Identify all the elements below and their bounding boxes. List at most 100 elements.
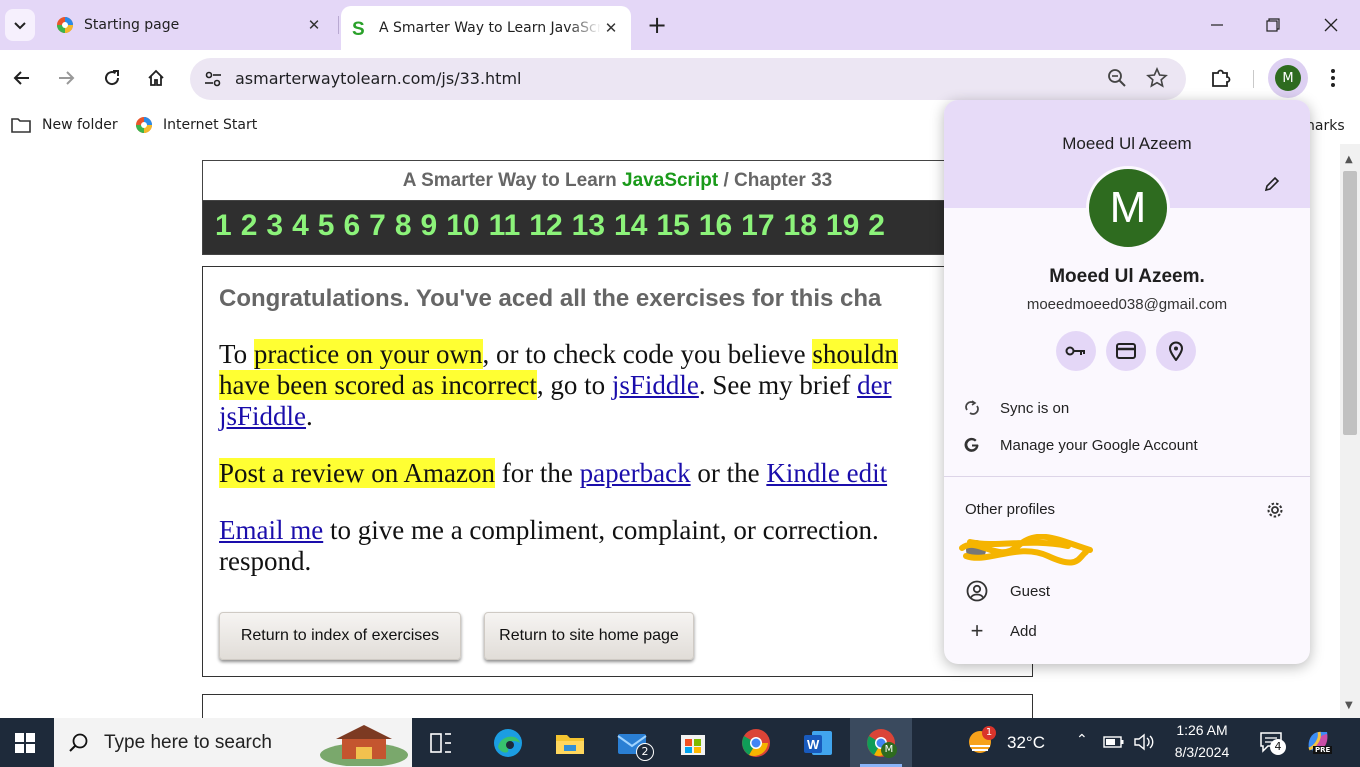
all-bookmarks-label[interactable]: narks (1306, 118, 1345, 134)
show-hidden-icons-chevron-icon[interactable]: ⌃ (1076, 732, 1088, 748)
chapter-number-link[interactable]: 2 (868, 209, 885, 242)
chapter-number-link[interactable]: 19 (826, 209, 859, 242)
manage-account-row[interactable]: Manage your Google Account (944, 427, 1310, 463)
bookmark-label: New folder (42, 117, 118, 133)
chapter-number-link[interactable]: 7 (369, 209, 386, 242)
mail-app-button[interactable]: 2 (616, 727, 654, 763)
bookmark-star-icon[interactable] (1146, 67, 1168, 89)
menu-button[interactable] (1317, 62, 1349, 94)
site-info-button[interactable] (198, 64, 228, 94)
plus-icon: + (970, 618, 984, 643)
back-button[interactable] (6, 62, 38, 94)
addresses-button[interactable] (1156, 331, 1196, 371)
profile-button[interactable]: M (1268, 58, 1308, 98)
redacted-profile-scribble[interactable] (958, 534, 1098, 568)
word-app-button[interactable]: W (802, 727, 834, 763)
weather-widget[interactable]: 1 (966, 726, 996, 760)
chapter-number-link[interactable]: 2 (241, 209, 258, 242)
kebab-menu-icon (1331, 69, 1335, 87)
demo-link[interactable]: der (857, 370, 891, 400)
chapter-number-link[interactable]: 18 (784, 209, 817, 242)
kindle-link[interactable]: Kindle edit (766, 458, 887, 488)
page-scrollbar[interactable]: ▲ ▼ (1340, 144, 1360, 718)
chapter-number-link[interactable]: 12 (529, 209, 562, 242)
chrome-profile-badge: M (881, 742, 897, 758)
add-profile-row[interactable]: + Add (944, 613, 1310, 649)
scroll-down-icon[interactable]: ▼ (1345, 700, 1353, 711)
home-button[interactable] (140, 62, 172, 94)
edge-app-button[interactable] (492, 727, 524, 763)
copilot-button[interactable]: PRE (1305, 729, 1333, 759)
speaker-icon[interactable] (1133, 733, 1155, 751)
temperature-label[interactable]: 32°C (1007, 733, 1045, 753)
close-tab-icon[interactable]: ✕ (304, 16, 324, 34)
sync-icon (965, 400, 979, 415)
battery-icon[interactable] (1103, 735, 1125, 749)
guest-row[interactable]: Guest (944, 573, 1310, 609)
extensions-button[interactable] (1205, 62, 1237, 94)
chapter-number-link[interactable]: 14 (614, 209, 647, 242)
start-button[interactable] (0, 718, 50, 767)
new-tab-button[interactable]: + (644, 10, 670, 40)
chapter-number-link[interactable]: 8 (395, 209, 412, 242)
payment-methods-button[interactable] (1106, 331, 1146, 371)
address-bar[interactable]: asmarterwaytolearn.com/js/33.html (190, 58, 1186, 100)
pencil-icon[interactable] (1263, 175, 1281, 193)
chapter-number-link[interactable]: 3 (266, 209, 283, 242)
chapter-number-link[interactable]: 1 (215, 209, 232, 242)
tab-search-button[interactable] (5, 9, 35, 41)
avatar: M (1275, 65, 1301, 91)
return-index-button[interactable]: Return to index of exercises (219, 612, 461, 660)
chapter-number-link[interactable]: 5 (318, 209, 335, 242)
clock-date[interactable]: 8/3/2024 (1166, 744, 1238, 760)
toolbar-separator (1253, 70, 1254, 88)
reload-button[interactable] (96, 62, 128, 94)
chapter-number-link[interactable]: 13 (572, 209, 605, 242)
chapter-number-link[interactable]: 15 (656, 209, 689, 242)
scroll-up-icon[interactable]: ▲ (1345, 154, 1353, 165)
close-window-button[interactable] (1308, 8, 1354, 42)
zoom-icon[interactable] (1106, 67, 1128, 89)
text: for the (494, 458, 580, 488)
minimize-button[interactable] (1194, 8, 1240, 42)
text: . See my brief (698, 370, 858, 400)
bookmark-new-folder[interactable]: New folder (10, 116, 118, 134)
svg-text:S: S (352, 19, 365, 37)
chapter-number-link[interactable]: 6 (343, 209, 360, 242)
clock-time[interactable]: 1:26 AM (1172, 722, 1232, 738)
chapter-number-link[interactable]: 11 (489, 209, 521, 242)
jsfiddle-demo-link[interactable]: jsFiddle (219, 401, 306, 431)
jsfiddle-link[interactable]: jsFiddle (612, 370, 699, 400)
profile-avatar: M (1086, 166, 1170, 250)
close-tab-icon[interactable]: ✕ (601, 19, 621, 37)
chrome-profile-app-button[interactable]: M (850, 718, 912, 767)
chapter-number-link[interactable]: 9 (421, 209, 438, 242)
paperback-link[interactable]: paperback (580, 458, 691, 488)
notification-center-button[interactable]: 4 (1259, 731, 1286, 757)
restore-button[interactable] (1250, 8, 1296, 42)
tab-smarter-way[interactable]: S A Smarter Way to Learn JavaScript ✕ (341, 6, 631, 50)
chapter-number-link[interactable]: 17 (741, 209, 774, 242)
taskbar-search-box[interactable]: Type here to search (54, 718, 412, 767)
search-highlight-illustration (320, 725, 408, 766)
sync-row[interactable]: Sync is on (944, 390, 1310, 426)
task-view-button[interactable] (428, 730, 454, 760)
chapter-number-link[interactable]: 4 (292, 209, 309, 242)
highlight-incorrect: have been scored as incorrect (219, 370, 537, 400)
tab-starting-page[interactable]: Starting page ✕ (46, 6, 336, 44)
paragraph-review: Post a review on Amazon for the paperbac… (219, 458, 1016, 489)
chapter-number-link[interactable]: 10 (446, 209, 479, 242)
other-profiles-label: Other profiles (965, 501, 1056, 518)
passwords-button[interactable] (1056, 331, 1096, 371)
email-me-link[interactable]: Email me (219, 515, 323, 545)
chrome-app-button[interactable] (740, 727, 772, 763)
gear-icon[interactable] (1266, 501, 1284, 519)
return-home-button[interactable]: Return to site home page (484, 612, 694, 660)
forward-button[interactable] (50, 62, 82, 94)
store-app-button[interactable] (678, 728, 708, 762)
chapter-number-link[interactable]: 16 (699, 209, 732, 242)
bookmark-internet-start[interactable]: Internet Start (135, 116, 257, 134)
scrollbar-thumb[interactable] (1343, 171, 1357, 435)
tab-strip: Starting page ✕ S A Smarter Way to Learn… (0, 0, 1360, 50)
file-explorer-button[interactable] (554, 727, 586, 763)
